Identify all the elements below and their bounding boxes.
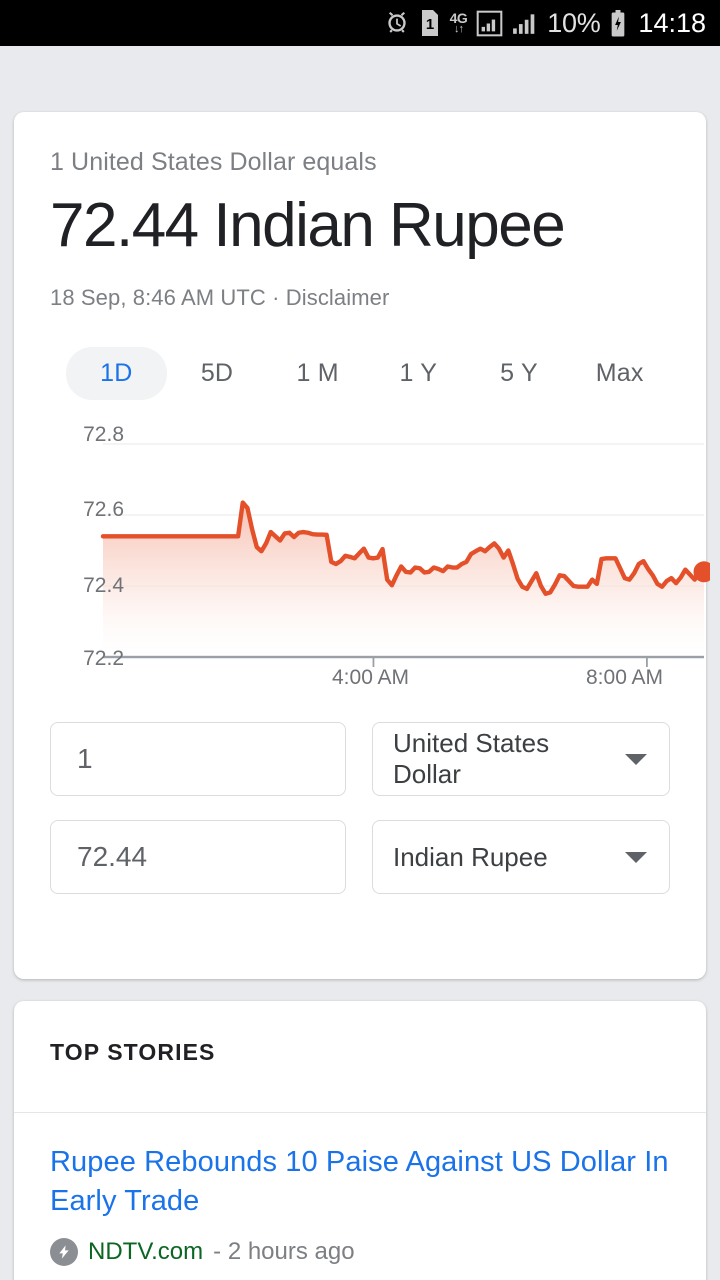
y-tick-label-72-4: 72.4 <box>83 574 124 597</box>
battery-charging-icon <box>609 9 627 37</box>
status-bar: 1 4G ↓↑ 10% 14:18 <box>0 0 720 46</box>
disclaimer-link[interactable]: Disclaimer <box>286 285 390 310</box>
amp-lightning-icon <box>50 1237 78 1266</box>
converter-row-from: 1 United States Dollar <box>50 722 670 796</box>
story-age: - 2 hours ago <box>213 1237 355 1265</box>
converter-inputs: 1 United States Dollar 72.44 Indian Rupe… <box>14 722 706 894</box>
rate-timestamp: 18 Sep, 8:46 AM UTC · Disclaimer <box>50 285 670 311</box>
tab-1m[interactable]: 1 M <box>267 347 368 400</box>
tab-5d[interactable]: 5D <box>167 347 268 400</box>
to-currency-select[interactable]: Indian Rupee <box>372 820 670 894</box>
exchange-rate-chart[interactable]: 72.8 72.6 72.4 72.2 4:00 AM 8:00 AM <box>50 423 710 704</box>
sim-card-1-icon: 1 <box>419 10 441 36</box>
from-currency-select[interactable]: United States Dollar <box>372 722 670 796</box>
from-amount-input[interactable]: 1 <box>50 722 346 796</box>
battery-percent-label: 10% <box>547 7 601 38</box>
x-tick-label-8am: 8:00 AM <box>586 666 664 689</box>
to-currency-label: Indian Rupee <box>393 841 548 872</box>
signal-bars-boxed-icon <box>476 10 503 37</box>
data-transfer-arrows: ↓↑ <box>453 23 464 35</box>
tab-5y[interactable]: 5 Y <box>469 347 570 400</box>
chart-area-fill <box>103 502 704 657</box>
y-tick-label-72-8: 72.8 <box>83 423 124 446</box>
svg-text:1: 1 <box>425 16 433 33</box>
rate-headline: 72.44 Indian Rupee <box>50 191 566 260</box>
equals-line: 1 United States Dollar equals <box>50 148 377 176</box>
tab-1y[interactable]: 1 Y <box>368 347 469 400</box>
story-meta: NDTV.com - 2 hours ago <box>50 1237 670 1266</box>
tab-max[interactable]: Max <box>569 347 670 400</box>
top-stories-heading: TOP STORIES <box>50 1039 216 1065</box>
from-currency-label: United States Dollar <box>393 728 550 789</box>
y-tick-label-72-2: 72.2 <box>83 647 124 670</box>
top-stories-card: TOP STORIES Rupee Rebounds 10 Paise Agai… <box>14 1001 706 1280</box>
chevron-down-icon <box>625 753 647 765</box>
network-type-4g-icon: 4G ↓↑ <box>450 11 468 35</box>
list-item[interactable]: Rupee Rebounds 10 Paise Against US Dolla… <box>14 1113 706 1266</box>
chevron-down-icon <box>625 851 647 863</box>
timestamp-text: 18 Sep, 8:46 AM UTC · <box>50 285 286 310</box>
y-tick-label-72-6: 72.6 <box>83 498 124 521</box>
signal-bars-icon <box>512 10 538 36</box>
story-title[interactable]: Rupee Rebounds 10 Paise Against US Dolla… <box>50 1143 670 1222</box>
converter-row-to: 72.44 Indian Rupee <box>50 820 670 894</box>
chart-range-tabs: 1D 5D 1 M 1 Y 5 Y Max <box>66 347 670 400</box>
status-bar-clock: 14:18 <box>638 7 706 38</box>
page-scroll-area[interactable]: 1 United States Dollar equals 72.44 Indi… <box>0 46 720 1280</box>
story-source: NDTV.com <box>88 1237 204 1265</box>
x-tick-label-4am: 4:00 AM <box>332 666 410 689</box>
chart-svg <box>100 443 710 667</box>
tab-1d[interactable]: 1D <box>66 347 167 400</box>
currency-converter-card: 1 United States Dollar equals 72.44 Indi… <box>14 112 710 979</box>
alarm-clock-icon <box>384 10 410 36</box>
to-amount-input[interactable]: 72.44 <box>50 820 346 894</box>
